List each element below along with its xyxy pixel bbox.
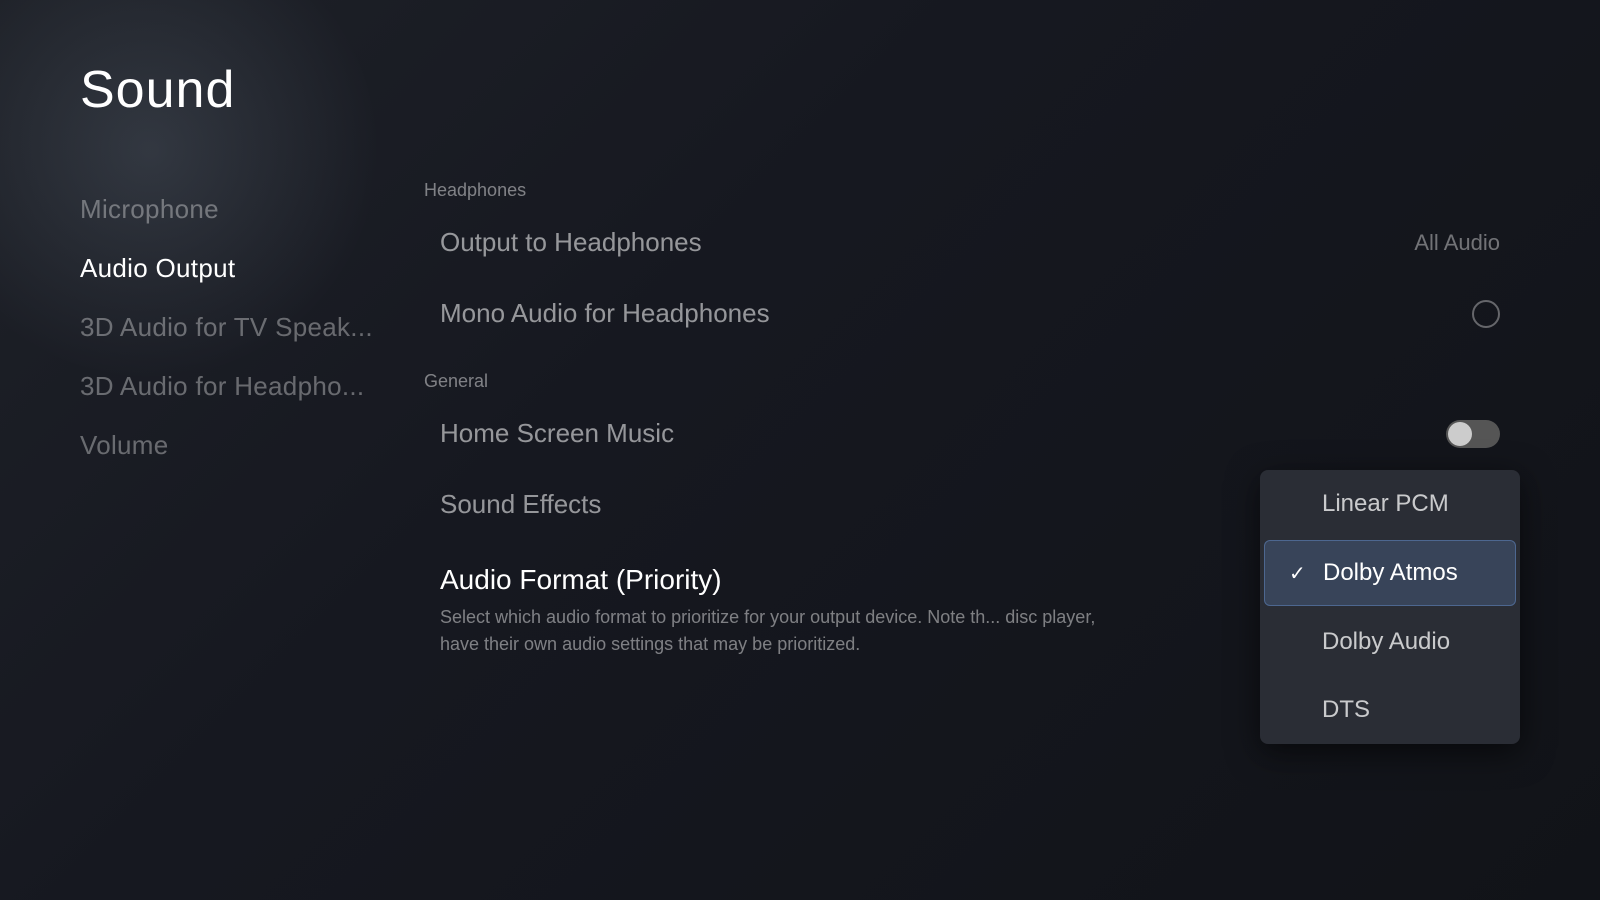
output-to-headphones-label: Output to Headphones: [440, 227, 702, 258]
mono-audio-row[interactable]: Mono Audio for Headphones: [420, 280, 1520, 347]
sidebar-item-3d-tv[interactable]: 3D Audio for TV Speak...: [80, 298, 420, 357]
dolby-atmos-label: Dolby Atmos: [1323, 559, 1458, 587]
dts-label: DTS: [1322, 696, 1370, 724]
sidebar-item-microphone[interactable]: Microphone: [80, 180, 420, 239]
toggle-knob: [1448, 422, 1472, 446]
main-content: Headphones Output to Headphones All Audi…: [420, 170, 1520, 830]
mono-audio-toggle[interactable]: [1472, 300, 1500, 328]
mono-audio-label: Mono Audio for Headphones: [440, 298, 770, 329]
sidebar: Microphone Audio Output 3D Audio for TV …: [80, 170, 420, 830]
headphones-section-label: Headphones: [420, 180, 1520, 201]
dolby-atmos-checkmark: ✓: [1289, 561, 1309, 586]
home-screen-music-row[interactable]: Home Screen Music: [420, 400, 1520, 467]
home-screen-music-label: Home Screen Music: [440, 418, 674, 449]
audio-format-description: Select which audio format to prioritize …: [440, 604, 1120, 658]
dropdown-item-dts[interactable]: DTS: [1260, 676, 1520, 744]
dolby-audio-label: Dolby Audio: [1322, 628, 1450, 656]
sidebar-item-3d-headphones[interactable]: 3D Audio for Headpho...: [80, 357, 420, 416]
linear-pcm-label: Linear PCM: [1322, 490, 1449, 518]
home-screen-music-toggle[interactable]: [1446, 420, 1500, 448]
output-to-headphones-row[interactable]: Output to Headphones All Audio: [420, 209, 1520, 276]
sidebar-item-volume[interactable]: Volume: [80, 416, 420, 475]
dropdown-item-dolby-audio[interactable]: Dolby Audio: [1260, 608, 1520, 676]
audio-format-dropdown: Linear PCM ✓ Dolby Atmos Dolby Audio DTS: [1260, 470, 1520, 744]
general-section-label: General: [420, 371, 1520, 392]
dropdown-item-dolby-atmos[interactable]: ✓ Dolby Atmos: [1264, 540, 1516, 606]
sidebar-item-audio-output[interactable]: Audio Output: [80, 239, 420, 298]
output-to-headphones-value: All Audio: [1414, 230, 1500, 256]
dropdown-item-linear-pcm[interactable]: Linear PCM: [1260, 470, 1520, 538]
page-title: Sound: [80, 60, 1520, 120]
sound-effects-label: Sound Effects: [440, 489, 601, 520]
